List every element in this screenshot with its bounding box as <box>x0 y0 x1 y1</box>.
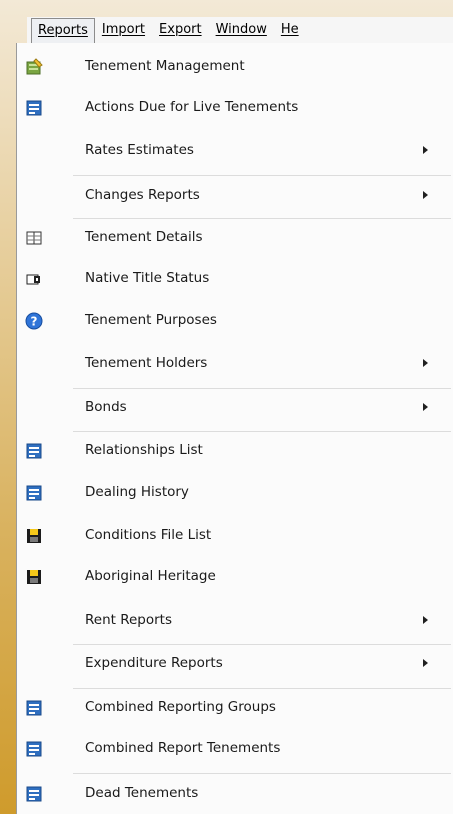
svg-text:?: ? <box>31 315 38 329</box>
menu-item-label: Combined Report Tenements <box>85 740 281 756</box>
menu-item-expenditure-reports[interactable]: Expenditure Reports <box>17 644 453 684</box>
menu-item-bonds[interactable]: Bonds <box>17 388 453 428</box>
menu-item-label: Changes Reports <box>85 187 200 203</box>
menu-item-combined-report-tenements[interactable]: Combined Report Tenements <box>17 729 453 769</box>
submenu-arrow-icon <box>423 191 428 199</box>
menu-item-label: Combined Reporting Groups <box>85 699 276 715</box>
report-icon <box>26 700 42 716</box>
menu-item-rent-reports[interactable]: Rent Reports <box>17 601 453 641</box>
save-icon <box>27 529 41 543</box>
native-title-icon <box>26 274 40 285</box>
menu-item-label: Dead Tenements <box>85 785 199 801</box>
menu-item-tenement-holders[interactable]: Tenement Holders <box>17 344 453 384</box>
help-icon: ? <box>25 312 43 330</box>
report-icon <box>26 100 42 116</box>
menu-item-tenement-management[interactable]: Tenement Management <box>17 47 453 87</box>
menu-item-label: Tenement Management <box>85 58 245 74</box>
menu-import[interactable]: Import <box>95 18 152 42</box>
menu-item-actions-due[interactable]: Actions Due for Live Tenements <box>17 88 453 128</box>
submenu-arrow-icon <box>423 359 428 367</box>
menu-item-label: Tenement Holders <box>85 355 208 371</box>
menu-item-label: Rent Reports <box>85 612 173 628</box>
menu-bar: Reports Import Export Window He <box>27 17 453 44</box>
submenu-arrow-icon <box>423 616 428 624</box>
menu-item-dead-tenements[interactable]: Dead Tenements <box>17 774 453 814</box>
menu-item-label: Rates Estimates <box>85 142 194 158</box>
menu-item-label: Relationships List <box>85 442 203 458</box>
menu-item-label: Bonds <box>85 399 127 415</box>
submenu-arrow-icon <box>423 659 428 667</box>
submenu-arrow-icon <box>423 403 428 411</box>
menu-item-label: Tenement Details <box>85 229 203 245</box>
menu-item-label: Conditions File List <box>85 527 212 543</box>
menu-item-tenement-details[interactable]: Tenement Details <box>17 218 453 258</box>
report-icon <box>26 485 42 501</box>
menu-item-relationships-list[interactable]: Relationships List <box>17 431 453 471</box>
menu-item-conditions-file-list[interactable]: Conditions File List <box>17 516 453 556</box>
report-icon <box>26 786 42 802</box>
menu-item-label: Dealing History <box>85 484 189 500</box>
menu-help[interactable]: He <box>274 18 306 42</box>
menu-item-native-title-status[interactable]: Native Title Status <box>17 259 453 299</box>
menu-item-label: Native Title Status <box>85 270 210 286</box>
menu-item-dealing-history[interactable]: Dealing History <box>17 473 453 513</box>
menu-item-aboriginal-heritage[interactable]: Aboriginal Heritage <box>17 557 453 597</box>
menu-export[interactable]: Export <box>152 18 209 42</box>
details-icon <box>26 231 42 245</box>
report-icon <box>26 443 42 459</box>
menu-item-changes-reports[interactable]: Changes Reports <box>17 176 453 216</box>
menu-item-combined-reporting-groups[interactable]: Combined Reporting Groups <box>17 688 453 728</box>
menu-item-tenement-purposes[interactable]: ? Tenement Purposes <box>17 301 453 341</box>
report-icon <box>26 741 42 757</box>
menu-item-rates-estimates[interactable]: Rates Estimates <box>17 131 453 171</box>
tenement-management-icon <box>26 58 43 75</box>
submenu-arrow-icon <box>423 146 428 154</box>
reports-dropdown-menu: Tenement Management Actions Due for Live… <box>16 43 453 814</box>
menu-item-label: Actions Due for Live Tenements <box>85 99 299 115</box>
menu-item-label: Aboriginal Heritage <box>85 568 216 584</box>
menu-window[interactable]: Window <box>209 18 274 42</box>
menu-item-label: Tenement Purposes <box>85 312 217 328</box>
menu-item-label: Expenditure Reports <box>85 655 223 671</box>
menu-reports[interactable]: Reports <box>31 17 95 43</box>
save-icon <box>27 570 41 584</box>
